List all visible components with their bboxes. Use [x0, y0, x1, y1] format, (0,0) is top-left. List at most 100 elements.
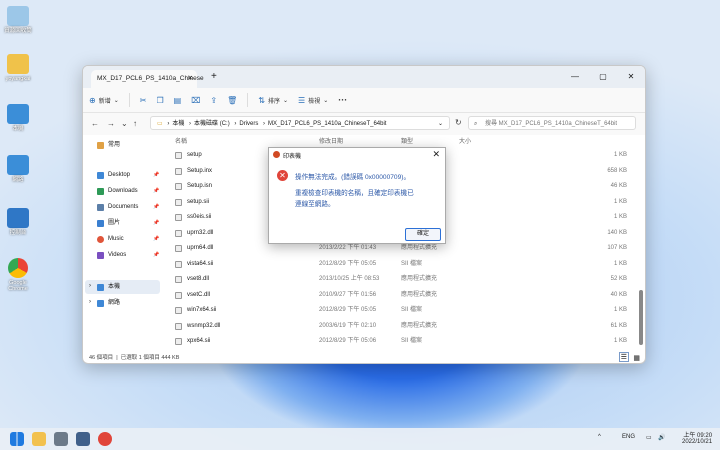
- file-name: vista64.sii: [187, 260, 214, 267]
- sidebar-item-documents[interactable]: Documents: [97, 200, 138, 214]
- refresh-icon[interactable]: ↻: [455, 118, 462, 127]
- forward-arrow-icon[interactable]: →: [107, 119, 115, 128]
- file-explorer-taskbar-icon[interactable]: [32, 432, 46, 446]
- table-row[interactable]: vset8.dll 2013/10/25 上午 08:53 應用程式擴充 52 KB: [171, 272, 635, 287]
- expand-chevron-icon[interactable]: ›: [89, 299, 91, 305]
- column-header-type[interactable]: 類型: [401, 136, 413, 145]
- file-type: SII 檔案: [401, 260, 423, 267]
- printer-taskbar-icon[interactable]: [76, 432, 90, 446]
- pin-icon[interactable]: 📌: [153, 252, 159, 258]
- column-header-name[interactable]: 名稱: [175, 136, 187, 145]
- close-window-button[interactable]: ✕: [617, 66, 645, 88]
- network-tray-icon[interactable]: ▭: [646, 434, 652, 441]
- sidebar-item-network[interactable]: 網路: [97, 296, 120, 310]
- network-icon: [97, 299, 104, 307]
- column-header-size[interactable]: 大小: [459, 136, 471, 145]
- table-row[interactable]: xpx64.sii 2012/8/29 下午 05:06 SII 檔案 1 KB: [171, 334, 635, 349]
- vertical-scrollbar[interactable]: [639, 140, 643, 345]
- view-button[interactable]: ☰ 檢視 ⌄: [298, 96, 328, 105]
- share-button[interactable]: ⇪: [210, 96, 217, 105]
- clock[interactable]: 上午 09:20 2022/10/21: [682, 430, 712, 445]
- history-chevron-icon[interactable]: ⌄: [121, 119, 128, 128]
- table-row[interactable]: win7x64.sii 2012/8/29 下午 05:05 SII 檔案 1 KB: [171, 303, 635, 318]
- tiles-view-icon[interactable]: ▦: [633, 354, 640, 362]
- tray-chevron-icon[interactable]: ^: [598, 434, 601, 440]
- pin-icon[interactable]: 📌: [153, 236, 159, 242]
- rename-button[interactable]: ⌧: [191, 96, 200, 105]
- sidebar-item-desktop[interactable]: Desktop: [97, 168, 130, 182]
- table-row[interactable]: wsnmp32.dll 2003/6/19 下午 02:10 應用程式擴充 61 KB: [171, 319, 635, 334]
- file-type: SII 檔案: [401, 307, 423, 313]
- file-name: xpx64.sii: [187, 338, 211, 344]
- pin-icon[interactable]: 📌: [153, 204, 159, 210]
- explorer-tab[interactable]: MX_D17_PCL6_PS_1410a_Chinese ✕: [91, 70, 204, 88]
- sidebar-item-music[interactable]: Music: [97, 232, 124, 246]
- desktop-icon-recycle-bin[interactable]: 資源回收筒: [3, 6, 33, 34]
- file-date: 2013/10/25 上午 08:53: [319, 276, 380, 282]
- desktop-icon-chrome[interactable]: Google Chrome: [3, 258, 33, 292]
- desktop-icon-this-pc[interactable]: 本機: [3, 104, 33, 132]
- desktop-icon-network[interactable]: 網路: [3, 155, 33, 183]
- trash-icon: 🗑: [227, 95, 238, 105]
- expand-chevron-icon[interactable]: ›: [89, 283, 91, 289]
- sidebar-item-home[interactable]: 常用: [97, 138, 120, 152]
- sidebar-item-videos[interactable]: Videos: [97, 248, 126, 262]
- computer-icon: [97, 283, 104, 291]
- document-icon: [97, 203, 104, 211]
- home-icon: [97, 141, 104, 149]
- volume-icon[interactable]: 🔊: [658, 434, 665, 441]
- sidebar-item-downloads[interactable]: Downloads: [97, 184, 138, 198]
- cut-button[interactable]: ✂: [140, 96, 147, 105]
- search-input[interactable]: ⌕ 搜尋 MX_D17_PCL6_PS_1410a_ChineseT_64bit: [468, 116, 636, 130]
- new-button[interactable]: ⊕ 新增 ⌄: [89, 96, 119, 105]
- copy-button[interactable]: ❐: [156, 96, 163, 105]
- minimize-button[interactable]: —: [561, 66, 589, 88]
- column-header-date[interactable]: 修改日期: [319, 136, 343, 145]
- ok-button[interactable]: 確定: [405, 228, 441, 241]
- desktop-icon-user-folder[interactable]: yoyangkai: [3, 54, 33, 82]
- file-name: Setup.isn: [187, 183, 213, 189]
- file-size: 1 KB: [613, 307, 627, 313]
- details-view-icon[interactable]: ☰: [618, 352, 629, 362]
- breadcrumb-this-pc[interactable]: 本機: [172, 121, 184, 127]
- address-bar[interactable]: ▭ › 本機 › 本機磁碟 (C:) › Drivers › MX_D17_PCL6_P…: [150, 116, 450, 130]
- close-dialog-button[interactable]: ✕: [432, 149, 440, 160]
- language-indicator[interactable]: ENG: [622, 434, 635, 440]
- paste-button[interactable]: ▤: [174, 96, 182, 105]
- maximize-button[interactable]: ▢: [589, 66, 617, 88]
- file-name: ss0eis.sii: [187, 214, 212, 220]
- divider: [128, 93, 130, 107]
- sidebar-item-this-pc[interactable]: 本機: [97, 280, 120, 294]
- pin-icon[interactable]: 📌: [153, 188, 159, 194]
- error-taskbar-icon[interactable]: [98, 432, 112, 446]
- pin-icon[interactable]: 📌: [153, 220, 159, 226]
- sort-button[interactable]: ⇅ 排序 ⌄: [258, 96, 288, 105]
- breadcrumb-drivers[interactable]: Drivers: [239, 121, 258, 127]
- chevron-down-icon[interactable]: ⌄: [438, 117, 443, 131]
- taskbar: ^ ENG ▭ 🔊 上午 09:20 2022/10/21: [0, 428, 720, 450]
- back-arrow-icon[interactable]: ←: [91, 119, 99, 128]
- file-size: 107 KB: [607, 245, 627, 251]
- table-row[interactable]: vsetC.dll 2010/9/27 下午 01:56 應用程式擴充 40 KB: [171, 288, 635, 303]
- file-icon: [175, 198, 182, 206]
- start-button[interactable]: [10, 432, 24, 446]
- up-arrow-icon[interactable]: ↑: [133, 119, 137, 128]
- breadcrumb-c-drive[interactable]: 本機磁碟 (C:): [194, 121, 230, 127]
- status-bar: 46 個項目 | 已選取 1 個項目 444 KB: [89, 355, 180, 361]
- scrollbar-thumb[interactable]: [639, 290, 643, 345]
- close-tab-icon[interactable]: ✕: [188, 70, 193, 88]
- picture-icon: [97, 219, 104, 227]
- table-row[interactable]: vista64.sii 2012/8/29 下午 05:05 SII 檔案 1 KB: [171, 257, 635, 272]
- settings-taskbar-icon[interactable]: [54, 432, 68, 446]
- file-icon: [175, 214, 182, 221]
- pin-icon[interactable]: 📌: [153, 172, 159, 178]
- file-size: 1 KB: [613, 198, 627, 205]
- breadcrumb-current-folder[interactable]: MX_D17_PCL6_PS_1410a_ChineseT_64bit: [268, 121, 386, 127]
- sidebar-item-pictures[interactable]: 圖片: [97, 216, 120, 230]
- desktop-icon-control-panel[interactable]: 控制台: [3, 208, 33, 236]
- more-options-button[interactable]: ···: [338, 95, 347, 105]
- title-bar: MX_D17_PCL6_PS_1410a_Chinese ✕ + — ▢ ✕: [83, 66, 645, 88]
- delete-button[interactable]: 🗑: [227, 96, 237, 105]
- file-name: uprn32.dll: [187, 229, 214, 236]
- new-tab-button[interactable]: +: [211, 70, 217, 84]
